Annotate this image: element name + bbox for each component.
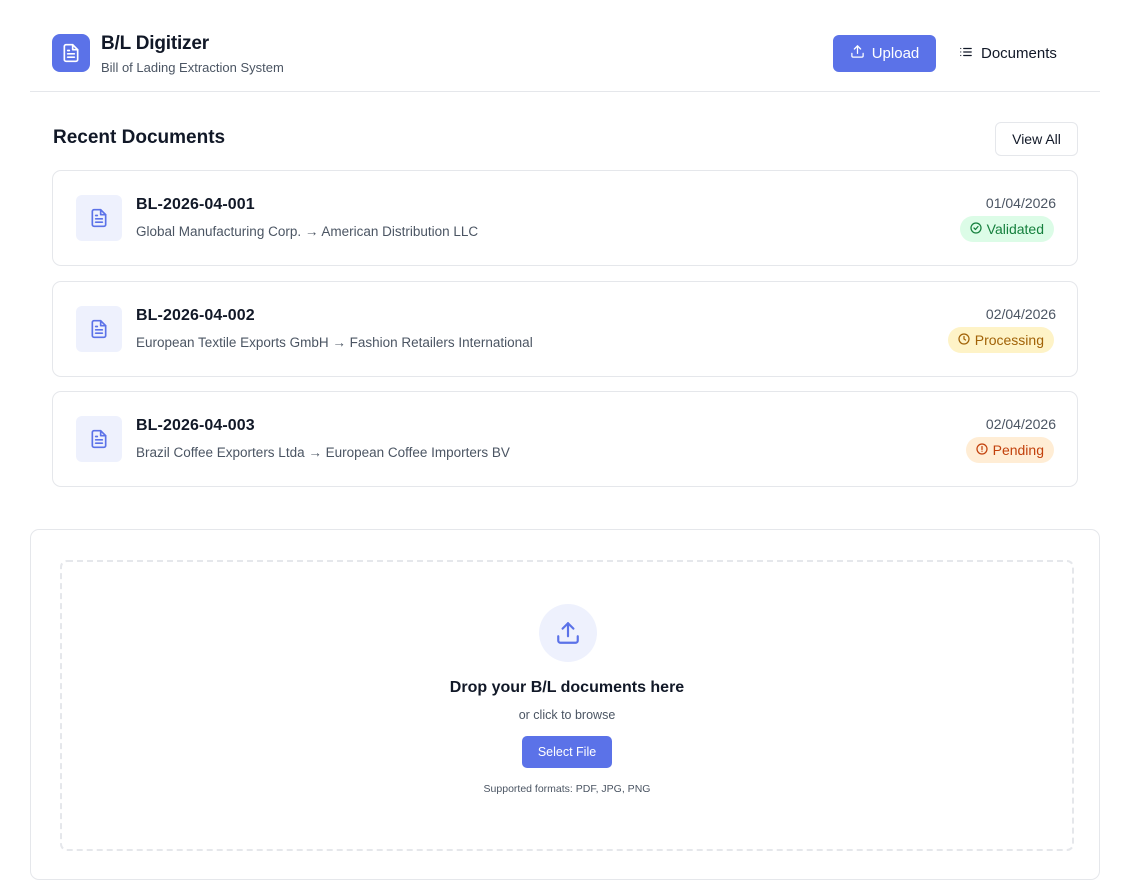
document-card[interactable]: BL-2026-04-003 Brazil Coffee Exporters L… bbox=[52, 391, 1078, 487]
status-badge: Pending bbox=[965, 437, 1054, 463]
document-id: BL-2026-04-002 bbox=[136, 307, 255, 324]
app-header: B/L Digitizer Bill of Lading Extraction … bbox=[30, 0, 1100, 92]
documents-nav-label: Documents bbox=[981, 45, 1057, 62]
status-label: Pending bbox=[992, 442, 1044, 458]
document-date: 02/04/2026 bbox=[985, 416, 1056, 432]
drop-zone-title: Drop your B/L documents here bbox=[449, 679, 685, 696]
document-date: 01/04/2026 bbox=[985, 195, 1056, 211]
upload-panel: Drop your B/L documents here or click to… bbox=[30, 529, 1100, 880]
document-icon bbox=[76, 195, 122, 241]
documents-nav-link[interactable]: Documents bbox=[959, 35, 1057, 72]
upload-button-label: Upload bbox=[871, 45, 920, 62]
document-date: 02/04/2026 bbox=[985, 306, 1056, 322]
status-badge: Validated bbox=[959, 216, 1054, 242]
document-icon bbox=[52, 34, 90, 72]
recent-documents-title: Recent Documents bbox=[53, 127, 226, 148]
supported-formats-text: Supported formats: PDF, JPG, PNG bbox=[483, 783, 651, 795]
clock-icon bbox=[958, 332, 970, 348]
app-page: B/L Digitizer Bill of Lading Extraction … bbox=[0, 0, 1132, 892]
upload-button[interactable]: Upload bbox=[833, 35, 936, 72]
status-label: Processing bbox=[974, 332, 1044, 348]
alert-circle-icon bbox=[975, 442, 988, 458]
file-drop-zone[interactable]: Drop your B/L documents here or click to… bbox=[60, 560, 1074, 851]
document-id: BL-2026-04-003 bbox=[136, 417, 255, 434]
document-icon bbox=[76, 306, 122, 352]
status-label: Validated bbox=[986, 221, 1044, 237]
document-icon bbox=[76, 416, 122, 462]
list-icon bbox=[959, 45, 973, 63]
document-parties: European Textile Exports GmbH → Fashion … bbox=[136, 335, 533, 350]
view-all-button[interactable]: View All bbox=[995, 122, 1078, 156]
document-card[interactable]: BL-2026-04-002 European Textile Exports … bbox=[52, 281, 1078, 377]
document-parties: Brazil Coffee Exporters Ltda → European … bbox=[136, 445, 510, 460]
upload-icon bbox=[850, 44, 865, 63]
document-id: BL-2026-04-001 bbox=[136, 196, 255, 213]
select-file-button[interactable]: Select File bbox=[522, 736, 612, 768]
status-badge: Processing bbox=[947, 327, 1054, 353]
upload-icon bbox=[539, 604, 597, 662]
document-parties: Global Manufacturing Corp. → American Di… bbox=[136, 224, 479, 239]
document-card[interactable]: BL-2026-04-001 Global Manufacturing Corp… bbox=[52, 170, 1078, 266]
drop-zone-subtitle: or click to browse bbox=[518, 708, 616, 722]
app-subtitle: Bill of Lading Extraction System bbox=[101, 60, 284, 75]
app-title: B/L Digitizer bbox=[101, 33, 209, 54]
check-circle-icon bbox=[970, 221, 982, 237]
